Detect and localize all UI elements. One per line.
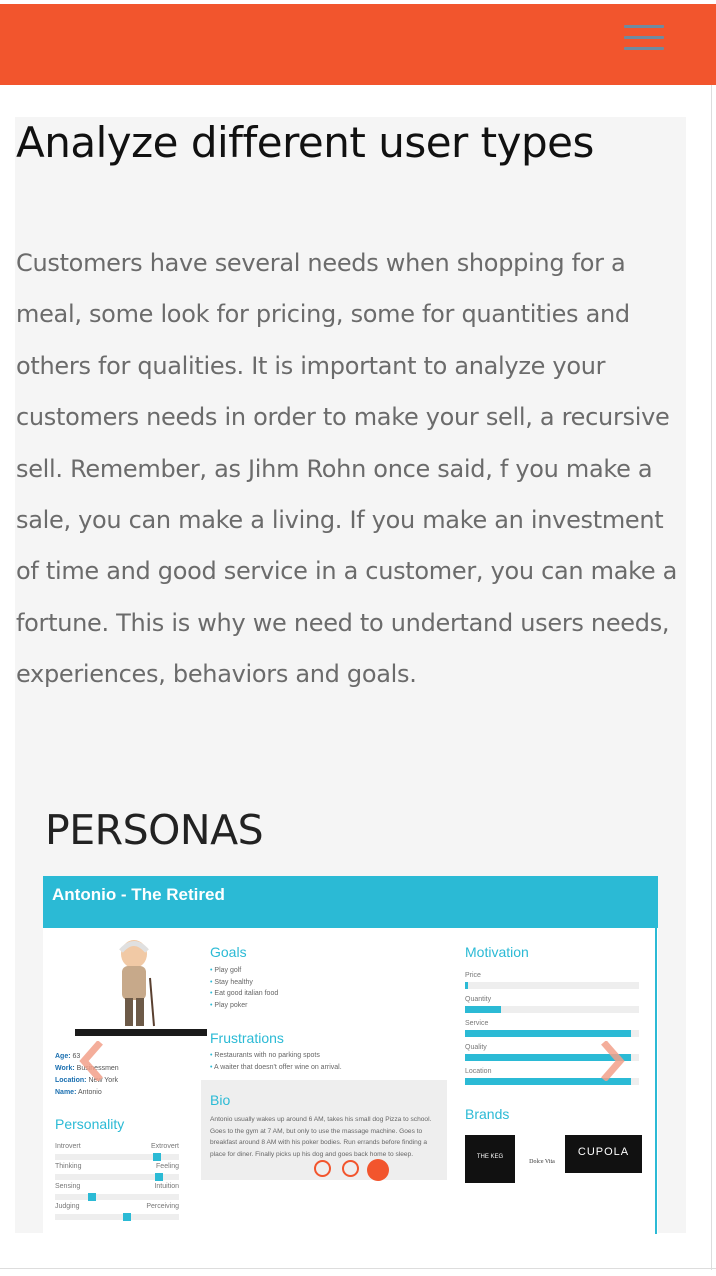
- goals-list: Play golf Stay healthy Eat good italian …: [210, 965, 278, 1011]
- carousel-prev-button[interactable]: [76, 1040, 106, 1082]
- persona-card-header: Antonio - The Retired: [43, 876, 658, 928]
- motivation-title: Motivation: [465, 944, 529, 960]
- motivation-row: Service: [465, 1020, 639, 1037]
- chevron-left-icon: [79, 1040, 103, 1082]
- frustrations-list: Restaurants with no parking spots A wait…: [210, 1050, 342, 1073]
- goals-title: Goals: [210, 944, 247, 960]
- carousel-dot-3[interactable]: [367, 1159, 389, 1181]
- brand-logo: CUPOLA: [565, 1135, 642, 1173]
- persona-carousel: Antonio - The Retired Age: 63 Work: Busi…: [43, 876, 658, 1234]
- motivation-row: Quantity: [465, 996, 639, 1013]
- personas-heading: PERSONAS: [45, 806, 264, 854]
- section-title: Analyze different user types: [16, 118, 594, 167]
- brands-title: Brands: [465, 1106, 510, 1122]
- chevron-right-icon: [601, 1040, 625, 1082]
- carousel-next-button[interactable]: [598, 1040, 628, 1082]
- frustrations-title: Frustrations: [210, 1030, 284, 1046]
- carousel-dot-1[interactable]: [314, 1160, 331, 1177]
- hamburger-menu-icon[interactable]: [622, 23, 666, 57]
- motivation-row: Price: [465, 972, 639, 989]
- top-bar: [0, 0, 716, 85]
- carousel-dot-2[interactable]: [342, 1160, 359, 1177]
- persona-name: Antonio - The Retired: [52, 885, 225, 904]
- brand-logo: Dolce Vita: [521, 1135, 563, 1183]
- personality-title: Personality: [55, 1116, 125, 1132]
- persona-avatar: [98, 938, 170, 1030]
- brand-logo: THE KEG: [465, 1135, 515, 1183]
- section-body: Customers have several needs when shoppi…: [16, 249, 678, 689]
